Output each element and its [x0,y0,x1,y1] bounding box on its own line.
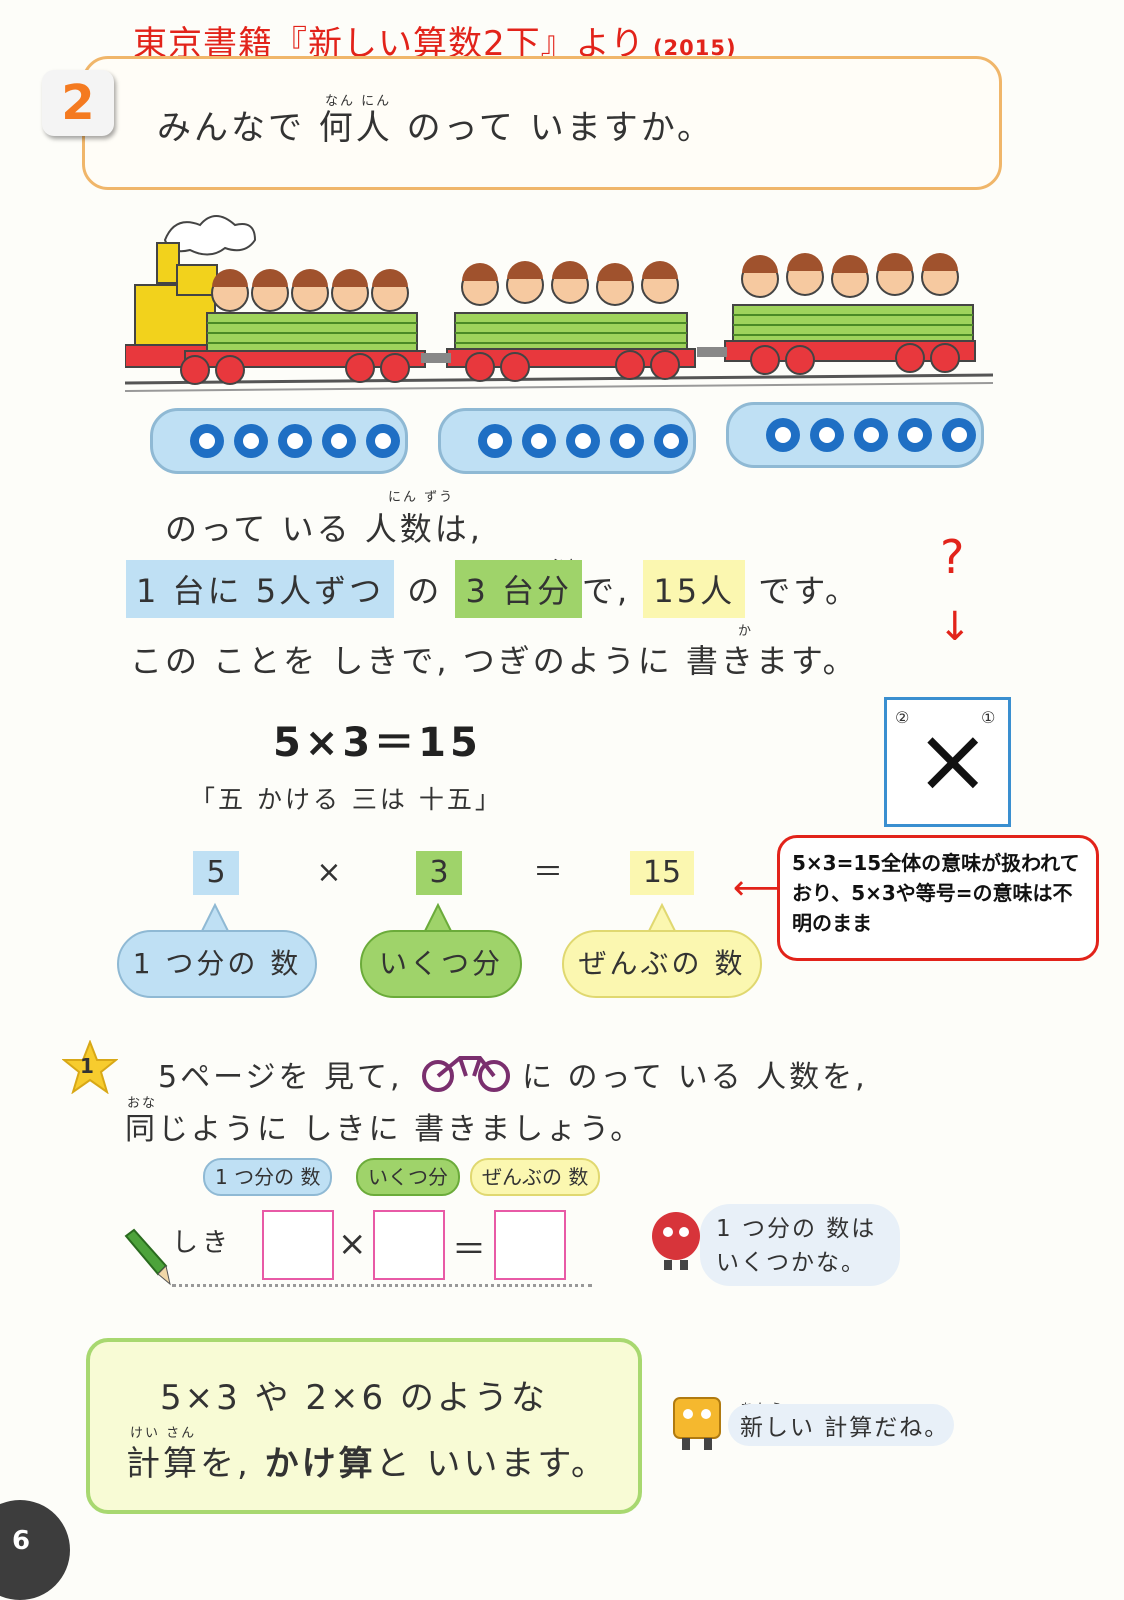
exercise-number: 1 [80,1054,94,1078]
flower-icon [766,418,800,452]
exercise-label-a: 1 つ分の 数 [203,1158,333,1196]
question-text: みんなで 何人 のって いますか。 [157,108,715,148]
equation-reading: 「五 かける 三は 十五」 [190,785,503,814]
flower-icon [898,418,932,452]
flower-group-1 [150,408,408,474]
down-arrow-annotation: ↓ [938,604,972,650]
question-mark-annotation: ? [940,530,965,584]
flower-group-3 [726,402,984,468]
flower-icon [234,424,268,458]
highlight-total: 15人 [643,560,746,618]
part-a-value: 5 [193,851,239,895]
part-c-value: 15 [630,851,694,895]
flower-icon [854,418,888,452]
highlight-three-cars: 3 台分 [455,560,582,618]
stroke-order-2: ② [895,708,910,727]
label-total: ぜんぶの 数 [562,930,762,998]
flower-icon [478,424,512,458]
flower-icon [942,418,976,452]
answer-box-b[interactable] [373,1210,445,1280]
mascot-red-icon [652,1212,700,1270]
body-line-3: この ことを しきで, つぎのように 書きます。 [130,642,858,680]
exercise-line-2: 同じように しきに 書きましょう。 [125,1112,644,1147]
exercise-label-c: ぜんぶの 数 [470,1158,601,1196]
shiki-label: しき [172,1228,233,1258]
mascot-yellow-icon [673,1397,721,1450]
line1-ruby: にん ずう [388,490,455,505]
flower-icon [522,424,556,458]
flower-icon [278,424,312,458]
body-line-2: 1 台に 5人ずつ の 3 台分 で, 15人 です。 [126,560,860,618]
label-how-many-groups: いくつ分 [360,930,522,998]
part-equals: ＝ [533,855,563,890]
exercise-line-1-pre: 5ページを 見て, [158,1060,403,1095]
flower-group-2 [438,408,696,474]
body-line-1: のって いる 人数は, [165,510,483,548]
exercise-times: × [338,1224,367,1264]
flower-icon [322,424,356,458]
main-equation: 5×3＝15 [273,720,482,766]
term-multiplication: かけ算 [264,1444,376,1484]
flower-icon [366,424,400,458]
summary-line-2: 計算を, かけ算と いいます。 [126,1444,609,1484]
exercise-equals: ＝ [452,1230,486,1270]
tandem-bicycle-icon [422,1056,510,1092]
highlight-per-car: 1 台に 5人ずつ [126,560,395,618]
dotted-rule [172,1284,592,1287]
label-one-group: 1 つ分の 数 [117,930,317,998]
exercise-line-1-post: に のって いる 人数を, [522,1060,868,1095]
flower-icon [610,424,644,458]
part-b-value: 3 [416,851,462,895]
train-illustration [125,215,994,392]
page-number-badge: 6 [0,1500,70,1600]
new-calc-bubble: 新しい 計算だね。 [728,1404,954,1446]
summary-line-1: 5×3 や 2×6 のような [160,1378,548,1418]
flower-icon [190,424,224,458]
red-annotation-box: 5×3=15全体の意味が扱われており、5×3や等号=の意味は不明のまま [777,835,1099,961]
part-times: × [316,855,342,890]
answer-box-c[interactable] [494,1210,566,1280]
exercise-label-b: いくつ分 [356,1158,460,1196]
answer-box-a[interactable] [262,1210,334,1280]
hint-bubble: 1 つ分の 数は いくつかな。 [700,1204,900,1286]
multiply-sign: × [915,708,991,813]
red-arrow-left: ⟵ [733,868,782,908]
pencil-icon [124,1228,171,1286]
flower-icon [654,424,688,458]
flower-icon [566,424,600,458]
multiplication-sign-box: ② ① × [884,697,1011,827]
page-number: 6 [12,1526,31,1556]
flower-icon [810,418,844,452]
problem-number: 2 [42,70,114,136]
